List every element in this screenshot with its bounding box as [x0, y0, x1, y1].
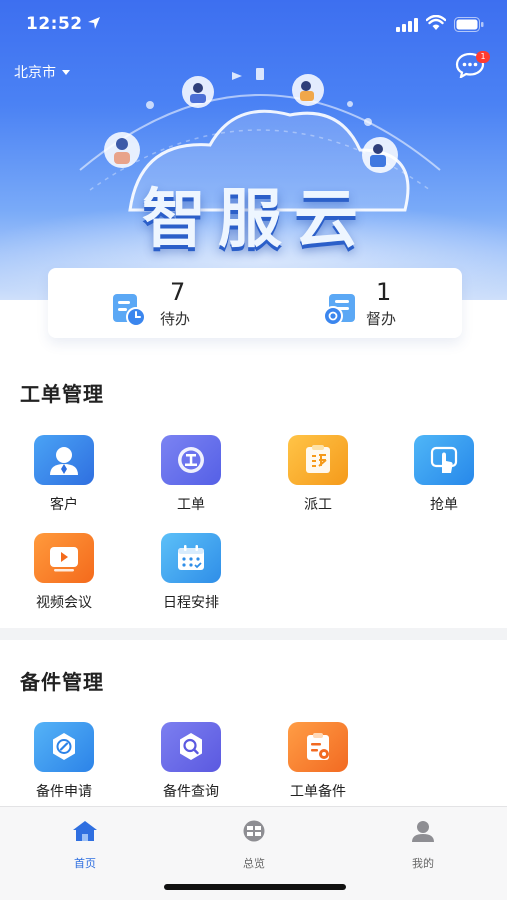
- brand-title: 智服云: [142, 183, 370, 257]
- grid-label: 备件申请: [36, 784, 92, 800]
- tab-label: 首页: [74, 857, 96, 870]
- overview-icon: [243, 820, 265, 842]
- stats-card: 7 待办 1 督办: [48, 268, 462, 338]
- todo-icon: [113, 294, 146, 327]
- grid-item-video-meeting[interactable]: 视频会议: [9, 533, 119, 612]
- home-indicator: [164, 884, 346, 890]
- spare-query-icon: [161, 722, 221, 772]
- tab-label: 我的: [412, 857, 434, 870]
- grab-order-icon: [414, 435, 474, 485]
- spare-apply-icon: [34, 722, 94, 772]
- todo-label: 待办: [160, 310, 191, 328]
- video-meeting-icon: [34, 533, 94, 583]
- grid-item-customer[interactable]: 客户: [9, 435, 119, 514]
- grid-item-dispatch[interactable]: 派工: [263, 435, 373, 514]
- grid-item-spare-apply[interactable]: 备件申请: [9, 722, 119, 801]
- wifi-icon: [426, 15, 446, 30]
- grid-label: 客户: [50, 497, 78, 513]
- schedule-icon: [161, 533, 221, 583]
- home-icon: [73, 821, 97, 841]
- tab-overview[interactable]: 总览: [214, 819, 294, 871]
- stat-supervise[interactable]: 1 督办: [255, 268, 462, 338]
- spare-parts-section-title: 备件管理: [20, 670, 104, 694]
- cellular-signal-icon: [396, 18, 418, 32]
- grid-label: 工单备件: [290, 784, 346, 800]
- grid-item-work-order[interactable]: 工单: [136, 435, 246, 514]
- grid-label: 抢单: [430, 497, 458, 513]
- tab-profile[interactable]: 我的: [383, 819, 463, 871]
- work-order-icon: [161, 435, 221, 485]
- supervise-icon: [323, 294, 355, 326]
- work-order-section-title: 工单管理: [20, 382, 104, 406]
- grid-label: 视频会议: [36, 595, 92, 611]
- todo-count: 7: [170, 278, 186, 306]
- city-selector[interactable]: 北京市: [14, 62, 70, 82]
- supervise-label: 督办: [366, 310, 397, 328]
- message-badge: 1: [476, 51, 490, 63]
- city-label: 北京市: [14, 65, 56, 81]
- tab-label: 总览: [243, 857, 265, 870]
- section-divider: [0, 628, 507, 640]
- order-spare-icon: [288, 722, 348, 772]
- status-time: 12:52: [26, 14, 83, 34]
- chevron-down-icon: [62, 69, 70, 75]
- status-bar: 12:52: [0, 0, 507, 50]
- grid-item-grab-order[interactable]: 抢单: [389, 435, 499, 514]
- stat-todo[interactable]: 7 待办: [48, 268, 255, 338]
- hero-banner: 智服云 12:52 北京市 1: [0, 0, 507, 300]
- grid-label: 日程安排: [163, 595, 219, 611]
- grid-item-spare-query[interactable]: 备件查询: [136, 722, 246, 801]
- profile-icon: [412, 821, 434, 842]
- grid-label: 工单: [177, 497, 205, 513]
- battery-icon: [454, 17, 484, 32]
- grid-label: 派工: [304, 497, 332, 513]
- tab-home[interactable]: 首页: [45, 819, 125, 871]
- grid-item-schedule[interactable]: 日程安排: [136, 533, 246, 612]
- grid-item-order-spare[interactable]: 工单备件: [263, 722, 373, 801]
- location-arrow-icon: [88, 17, 100, 29]
- supervise-count: 1: [376, 278, 392, 306]
- dispatch-icon: [288, 435, 348, 485]
- grid-label: 备件查询: [163, 784, 219, 800]
- customer-icon: [34, 435, 94, 485]
